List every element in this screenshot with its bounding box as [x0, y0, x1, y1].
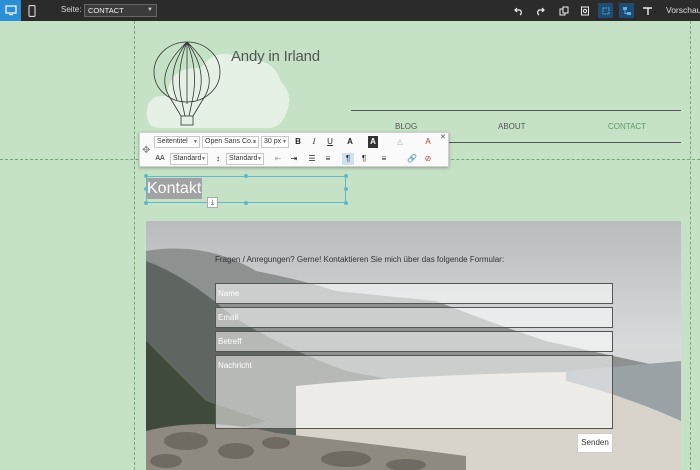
undo-button[interactable] — [511, 3, 526, 18]
nav-link-contact[interactable]: CONTACT — [608, 122, 646, 131]
close-icon[interactable]: ✕ — [440, 133, 446, 141]
paragraph-ltr-icon[interactable]: ¶ — [342, 153, 354, 165]
resize-handle[interactable] — [344, 201, 348, 205]
move-handle-icon[interactable]: ✥ — [142, 145, 150, 156]
ruler-button[interactable] — [640, 3, 655, 18]
italic-button[interactable]: I — [308, 136, 320, 148]
letter-spacing-value: Standard — [173, 155, 202, 162]
download-icon[interactable]: ⤓ — [207, 197, 218, 208]
message-placeholder: Nachricht — [218, 361, 252, 370]
paragraph-style-value: Seitentitel — [157, 138, 188, 145]
message-field[interactable]: Nachricht — [215, 355, 613, 429]
mobile-view-button[interactable] — [21, 0, 42, 21]
align-left-icon[interactable]: ≡ — [378, 153, 390, 165]
chevron-down-icon: ▼ — [147, 7, 153, 13]
bullet-list-icon[interactable]: ☰ — [306, 153, 318, 165]
subject-placeholder: Betreff — [218, 337, 242, 346]
chevron-down-icon: ▼ — [252, 139, 257, 145]
resize-handle[interactable] — [144, 187, 148, 191]
resize-handle[interactable] — [244, 174, 248, 178]
send-button[interactable]: Senden — [577, 433, 613, 453]
sitemap-icon — [622, 6, 631, 15]
bold-button[interactable]: B — [292, 136, 304, 148]
layout-guide-right — [690, 21, 691, 470]
nav-divider-top — [351, 110, 681, 111]
unlink-icon[interactable]: ⊘ — [422, 153, 434, 165]
name-field[interactable]: Name — [215, 283, 613, 304]
monitor-icon — [4, 5, 17, 16]
page-label: Seite: — [61, 5, 82, 14]
shadow-icon[interactable]: ◬ — [394, 136, 406, 148]
text-color-icon[interactable]: A — [344, 136, 356, 148]
frame-icon — [602, 7, 609, 14]
font-size-select[interactable]: 30 px ▼ — [261, 136, 289, 148]
letter-spacing-icon: AA — [155, 155, 165, 162]
editor-toolbar: Seite: CONTACT ▼ Vorschau — [0, 0, 700, 21]
desktop-view-button[interactable] — [0, 0, 21, 21]
page-select-value: CONTACT — [88, 6, 124, 15]
indent-icon[interactable]: ⇥ — [288, 153, 300, 165]
font-family-select[interactable]: Open Sans Co... ▼ — [202, 136, 259, 148]
chevron-down-icon: ▼ — [257, 156, 262, 162]
pages-button[interactable] — [556, 3, 571, 18]
resize-handle[interactable] — [344, 174, 348, 178]
structure-button[interactable] — [619, 3, 634, 18]
text-selection-frame[interactable] — [146, 176, 346, 203]
resize-handle[interactable] — [144, 174, 148, 178]
chevron-down-icon: ▼ — [193, 139, 198, 145]
highlight-color-icon[interactable]: A — [368, 136, 378, 148]
font-size-value: 30 px — [264, 138, 282, 145]
letter-spacing-select[interactable]: Standard ▼ — [170, 153, 208, 165]
layout-guide-left — [134, 21, 135, 470]
contact-intro-text: Fragen / Anregungen? Gerne! Kontaktieren… — [215, 255, 505, 264]
chevron-down-icon: ▼ — [201, 156, 206, 162]
paragraph-style-select[interactable]: Seitentitel ▼ — [154, 136, 200, 148]
email-field[interactable]: Email — [215, 307, 613, 328]
underline-button[interactable]: U — [324, 136, 336, 148]
font-family-value: Open Sans Co... — [205, 138, 257, 145]
resize-handle[interactable] — [344, 187, 348, 191]
text-format-toolbar: ✥ Seitentitel ▼ Open Sans Co... ▼ 30 px ▼ B… — [139, 132, 449, 167]
outdent-icon[interactable]: ⇤ — [272, 153, 284, 165]
resize-handle[interactable] — [144, 201, 148, 205]
link-icon[interactable]: 🔗 — [406, 153, 418, 165]
name-placeholder: Name — [218, 289, 240, 298]
settings-button[interactable] — [577, 3, 592, 18]
t-square-icon — [643, 6, 652, 15]
document-settings-icon — [580, 6, 589, 15]
page-select[interactable]: CONTACT ▼ — [84, 4, 157, 17]
email-placeholder: Email — [218, 313, 239, 322]
line-height-value: Standard — [229, 155, 258, 162]
layout-guides-button[interactable] — [598, 3, 613, 18]
undo-icon — [513, 7, 522, 15]
copy-icon — [559, 6, 568, 15]
nav-link-about[interactable]: ABOUT — [498, 122, 526, 131]
smartphone-icon — [27, 4, 36, 17]
redo-button[interactable] — [532, 3, 547, 18]
paragraph-rtl-icon[interactable]: ¶ — [358, 153, 370, 165]
subject-field[interactable]: Betreff — [215, 331, 613, 352]
numbered-list-icon[interactable]: ≡ — [322, 153, 334, 165]
chevron-down-icon: ▼ — [282, 139, 287, 145]
resize-handle[interactable] — [244, 201, 248, 205]
redo-icon — [536, 7, 545, 15]
nav-link-blog[interactable]: BLOG — [395, 122, 417, 131]
line-height-select[interactable]: Standard ▼ — [226, 153, 264, 165]
preview-button[interactable]: Vorschau — [666, 5, 700, 15]
site-title: Andy in Irland — [231, 48, 320, 65]
clear-format-icon[interactable]: A — [422, 136, 434, 148]
line-height-icon: ↕ — [216, 154, 220, 163]
